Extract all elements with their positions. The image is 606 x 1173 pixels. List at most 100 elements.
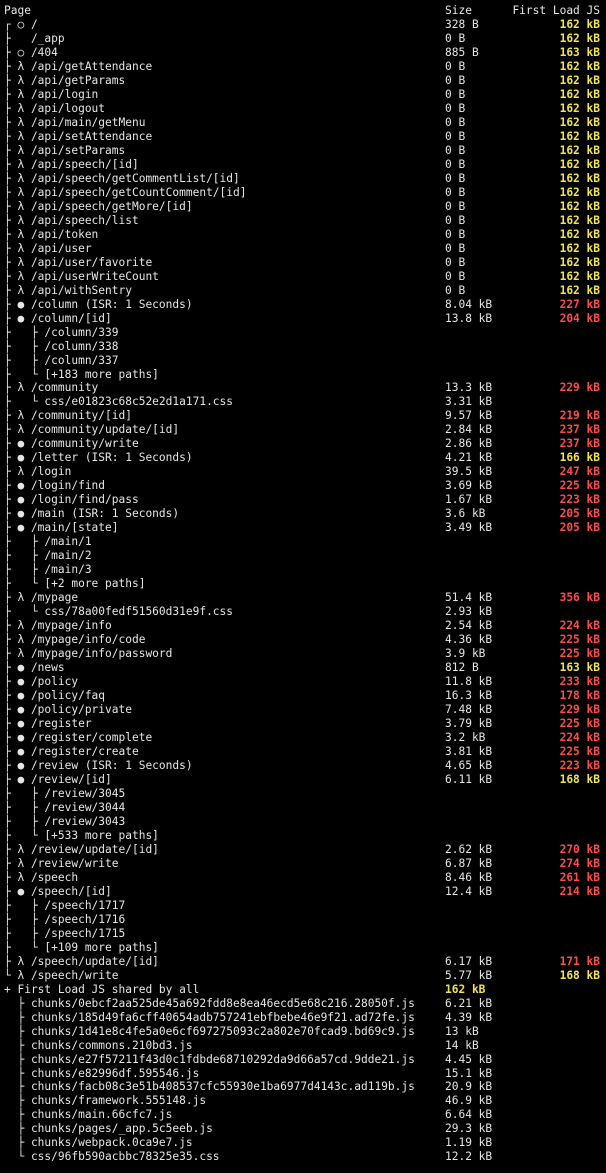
route-size: 0 B <box>445 171 466 185</box>
output-row: ├ chunks/commons.210bd3.js 14 kB <box>4 1039 600 1053</box>
route-first-load-js: 162 kB <box>559 283 600 297</box>
route-size: 0 B <box>445 227 466 241</box>
output-row: ├ └ [+2 more paths] <box>4 577 600 591</box>
route-first-load-js: 223 kB <box>559 758 600 772</box>
route-path: ├ ● /main (ISR: 1 Seconds) <box>4 507 180 521</box>
route-first-load-js: 162 kB <box>559 255 600 269</box>
route-first-load-js: 261 kB <box>559 870 600 884</box>
route-path: ├ λ /api/speech/list <box>4 213 139 227</box>
output-row: ├ ● /main (ISR: 1 Seconds) 3.6 kB 205 kB <box>4 507 600 521</box>
route-size: 12.2 kB <box>445 1150 493 1164</box>
route-path: └ css/96fb590acbbc78325e35.css <box>4 1150 220 1164</box>
route-path: ├ ● /policy/private <box>4 703 132 717</box>
route-size: 6.11 kB <box>445 772 493 786</box>
route-size: 2.62 kB <box>445 842 493 856</box>
route-path: ├ chunks/1d41e8c4fe5a0e6cf697275093c2a80… <box>4 1024 415 1038</box>
route-path: ├ └ [+183 more paths] <box>4 367 159 381</box>
route-first-load-js: 162 kB <box>559 171 600 185</box>
output-row: └ λ /speech/write 5.77 kB 168 kB <box>4 969 600 983</box>
route-path: ├ ● /speech/[id] <box>4 884 112 898</box>
route-first-load-js: 214 kB <box>559 884 600 898</box>
output-row: ├ λ /mypage/info/password 3.9 kB 225 kB <box>4 647 600 661</box>
route-first-load-js: 274 kB <box>559 856 600 870</box>
route-path: ├ λ /api/speech/[id] <box>4 157 139 171</box>
route-path: ├ chunks/main.66cfc7.js <box>4 1108 173 1122</box>
route-size: 885 B <box>445 45 479 59</box>
route-path: ├ ● /register <box>4 717 92 730</box>
route-path: ├ ├ /column/339 <box>4 325 119 339</box>
output-row: ├ λ /mypage/info 2.54 kB 224 kB <box>4 619 600 633</box>
output-row: ├ λ /api/user/favorite 0 B 162 kB <box>4 256 600 270</box>
route-path: ├ └ [+109 more paths] <box>4 940 159 954</box>
output-row: ├ λ /api/logout 0 B 162 kB <box>4 102 600 116</box>
output-row: ├ chunks/pages/_app.5c5eeb.js 29.3 kB <box>4 1122 600 1136</box>
route-path: ├ ├ /column/337 <box>4 353 119 367</box>
route-first-load-js: 162 kB <box>559 59 600 73</box>
output-row: ├ λ /api/speech/getCommentList/[id] 0 B 16… <box>4 172 600 186</box>
output-row: ├ ├ /main/3 <box>4 563 600 577</box>
output-row: ├ ├ /speech/1715 <box>4 927 600 941</box>
route-first-load-js: 224 kB <box>559 730 600 744</box>
output-row: ├ λ /community 13.3 kB 229 kB <box>4 381 600 395</box>
output-row: └ css/96fb590acbbc78325e35.css 12.2 kB <box>4 1150 600 1164</box>
route-size: 6.21 kB <box>445 996 493 1010</box>
route-first-load-js: 270 kB <box>559 842 600 856</box>
route-path: ├ λ /community/[id] <box>4 409 132 423</box>
output-row: ├ └ css/e01823c68c52e2d1a171.css 3.31 kB <box>4 395 600 409</box>
route-path: └ λ /speech/write <box>4 968 119 982</box>
output-row: ├ ● /review/[id] 6.11 kB 168 kB <box>4 773 600 787</box>
route-path: ├ ● /policy/faq <box>4 689 106 703</box>
first-load-js-column-header: First Load JS <box>512 4 600 17</box>
route-first-load-js: 168 kB <box>559 772 600 786</box>
output-row: ├ ├ /column/339 <box>4 326 600 340</box>
route-path: ├ λ /api/getAttendance <box>4 59 153 73</box>
output-row: ├ λ /api/withSentry 0 B 162 kB <box>4 284 600 298</box>
route-path: ├ ├ /main/1 <box>4 535 92 549</box>
route-size: 0 B <box>445 241 466 255</box>
route-size: 8.46 kB <box>445 870 493 884</box>
route-path: ├ ├ /column/338 <box>4 339 119 353</box>
route-path: ├ λ /review/write <box>4 856 119 870</box>
route-size: 2.93 kB <box>445 605 493 619</box>
output-row: ├ └ [+533 more paths] <box>4 829 600 843</box>
output-row: ├ ● /login/find/pass 1.67 kB 223 kB <box>4 493 600 507</box>
output-row: ├ ├ /review/3045 <box>4 787 600 801</box>
route-size: 51.4 kB <box>445 591 493 605</box>
route-path: ├ λ /api/getParams <box>4 73 126 87</box>
route-size: 2.84 kB <box>445 423 493 437</box>
route-path: ├ ● /letter (ISR: 1 Seconds) <box>4 451 193 465</box>
route-size: 328 B <box>445 18 479 31</box>
route-path: ├ λ /speech/update/[id] <box>4 954 159 968</box>
route-first-load-js: 162 kB <box>559 241 600 255</box>
route-first-load-js: 171 kB <box>559 954 600 968</box>
route-size: 0 B <box>445 143 466 157</box>
route-size: 2.86 kB <box>445 437 493 451</box>
output-row: ├ ├ /main/1 <box>4 535 600 549</box>
route-path: ├ ├ /review/3045 <box>4 786 126 800</box>
route-path: ├ λ /login <box>4 465 72 479</box>
route-path: ├ ├ /speech/1716 <box>4 912 126 926</box>
route-path: ├ chunks/framework.555148.js <box>4 1094 207 1108</box>
route-path: ├ λ /mypage/info/code <box>4 633 146 647</box>
output-row: ├ λ /login 39.5 kB 247 kB <box>4 465 600 479</box>
output-row: ├ ● /speech/[id] 12.4 kB 214 kB <box>4 885 600 899</box>
route-size: 6.64 kB <box>445 1108 493 1122</box>
output-row: ├ ● /login/find 3.69 kB 225 kB <box>4 479 600 493</box>
output-row: ├ λ /api/token 0 B 162 kB <box>4 228 600 242</box>
output-row: ├ λ /speech/update/[id] 6.17 kB 171 kB <box>4 955 600 969</box>
output-row: ├ λ /review/write 6.87 kB 274 kB <box>4 857 600 871</box>
route-size: 20.9 kB <box>445 1080 493 1094</box>
route-path: ├ ├ /speech/1717 <box>4 898 126 912</box>
route-path: ├ ├ /review/3043 <box>4 814 126 828</box>
route-size: 46.9 kB <box>445 1094 493 1108</box>
route-path: ├ λ /api/user/favorite <box>4 255 153 269</box>
route-first-load-js: 237 kB <box>559 437 600 451</box>
output-row: ├ ● /community/write 2.86 kB 237 kB <box>4 437 600 451</box>
output-row: ├ ├ /column/338 <box>4 340 600 354</box>
output-row: ├ chunks/webpack.0ca9e7.js 1.19 kB <box>4 1136 600 1150</box>
output-row: ├ ├ /speech/1717 <box>4 899 600 913</box>
output-row: ├ chunks/facb08c3e51b408537cfc55930e1ba6… <box>4 1080 600 1094</box>
route-path: ├ chunks/e82996df.595546.js <box>4 1066 200 1080</box>
route-size: 3.79 kB <box>445 717 493 730</box>
route-path: ├ chunks/commons.210bd3.js <box>4 1038 193 1052</box>
